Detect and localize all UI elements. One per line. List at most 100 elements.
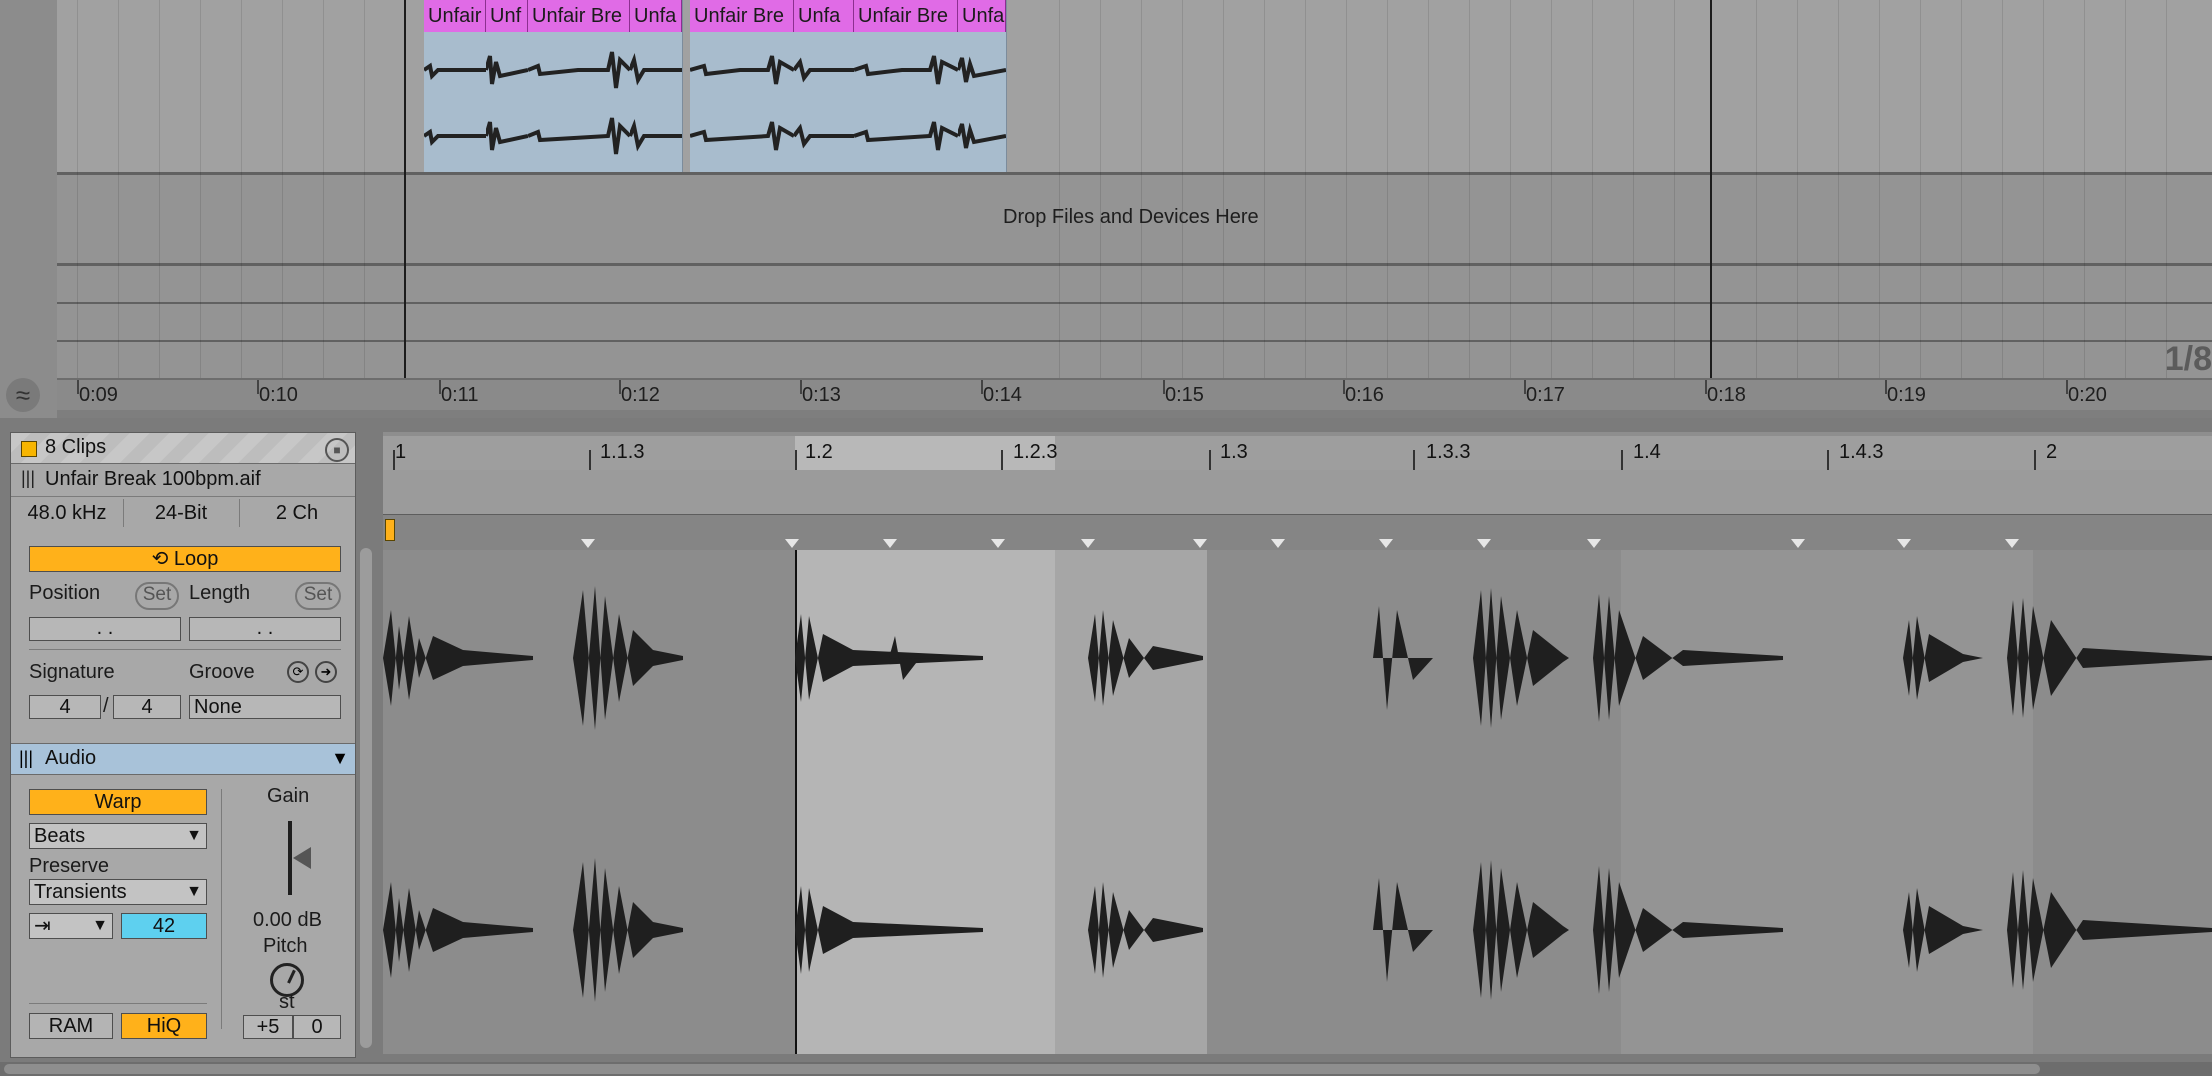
warp-marker[interactable] bbox=[2005, 539, 2019, 548]
grid-line bbox=[364, 0, 365, 378]
preserve-select[interactable]: Transients ▼ bbox=[29, 879, 207, 905]
ruler-tick: 1.2 bbox=[805, 441, 833, 463]
grid-line bbox=[1674, 0, 1675, 378]
length-set-button[interactable]: Set bbox=[295, 582, 341, 610]
transient-loop-mode-select[interactable]: ⇥ ▼ bbox=[29, 913, 113, 939]
time-tick: 0:18 bbox=[1707, 384, 1746, 406]
audio-section-header[interactable]: ||| Audio ▼ bbox=[11, 743, 355, 775]
sample-rate: 48.0 kHz bbox=[11, 499, 124, 527]
clip-name: Unfair Bre bbox=[528, 0, 630, 32]
gain-slider-handle[interactable] bbox=[293, 847, 311, 869]
clip-title[interactable]: 8 Clips bbox=[45, 436, 106, 459]
pitch-semitones-field[interactable]: +5 bbox=[243, 1015, 293, 1039]
warp-marker[interactable] bbox=[785, 539, 799, 548]
clip-waveform bbox=[690, 55, 794, 151]
warp-marker[interactable] bbox=[1271, 539, 1285, 548]
warp-marker[interactable] bbox=[1587, 539, 1601, 548]
arrangement-left-strip bbox=[0, 0, 57, 418]
pitch-cents-field[interactable]: 0 bbox=[293, 1015, 341, 1039]
time-tick: 0:20 bbox=[2068, 384, 2107, 406]
audio-clip[interactable]: Unfair bbox=[424, 0, 487, 172]
grid-line bbox=[1059, 0, 1060, 378]
transient-envelope-field[interactable]: 42 bbox=[121, 913, 207, 939]
collapse-triangle-icon[interactable]: ▼ bbox=[331, 748, 349, 769]
audio-waveform bbox=[383, 586, 2212, 1002]
signature-numerator[interactable]: 4 bbox=[29, 695, 101, 719]
audio-clip[interactable]: Unfair Bre bbox=[690, 0, 795, 172]
sample-time-ruler[interactable] bbox=[383, 470, 2212, 514]
time-tick: 0:17 bbox=[1526, 384, 1565, 406]
clip-name: Unfa bbox=[958, 0, 1006, 32]
time-ruler[interactable]: 0:09 0:10 0:11 0:12 0:13 0:14 0:15 0:16 … bbox=[57, 378, 2212, 410]
warp-marker[interactable] bbox=[1477, 539, 1491, 548]
clip-waveform bbox=[958, 56, 1006, 149]
time-tick: 0:13 bbox=[802, 384, 841, 406]
pitch-unit-label: st bbox=[279, 991, 295, 1013]
grid-line bbox=[1182, 0, 1183, 378]
gain-slider-track[interactable] bbox=[288, 821, 292, 895]
grid-line bbox=[1223, 0, 1224, 378]
ruler-tick: 1.1.3 bbox=[600, 441, 645, 463]
groove-hotswap-icon[interactable]: ⟳ bbox=[287, 661, 309, 683]
warp-marker[interactable] bbox=[581, 539, 595, 548]
warp-marker[interactable] bbox=[991, 539, 1005, 548]
warp-button[interactable]: Warp bbox=[29, 789, 207, 815]
warp-marker-strip[interactable] bbox=[383, 514, 2212, 552]
length-field[interactable]: . . bbox=[189, 617, 341, 641]
loop-button[interactable]: ⟲ Loop bbox=[29, 546, 341, 572]
groove-commit-icon[interactable]: ➜ bbox=[315, 661, 337, 683]
hiq-button[interactable]: HiQ bbox=[121, 1013, 207, 1039]
audio-clip[interactable]: Unfa bbox=[630, 0, 683, 172]
loop-icon: ⟲ bbox=[151, 548, 174, 570]
save-clip-icon[interactable]: ■ bbox=[325, 438, 349, 462]
signature-denominator[interactable]: 4 bbox=[113, 695, 181, 719]
grid-line bbox=[77, 0, 78, 378]
ruler-mark bbox=[1413, 450, 1415, 470]
clip-waveform bbox=[854, 55, 958, 151]
grid-line bbox=[1428, 0, 1429, 378]
zoom-level-label: 1/8 bbox=[2164, 340, 2212, 378]
grid-line bbox=[1141, 0, 1142, 378]
waveform-toggle-icon[interactable]: ≈ bbox=[6, 378, 40, 412]
groove-field[interactable]: None bbox=[189, 695, 341, 719]
grid-line bbox=[2043, 0, 2044, 378]
clip-color-swatch[interactable] bbox=[21, 441, 37, 457]
position-label: Position bbox=[29, 582, 101, 604]
horizontal-scrollbar[interactable] bbox=[4, 1064, 2040, 1074]
waveform-display[interactable] bbox=[383, 550, 2212, 1054]
warp-marker[interactable] bbox=[1081, 539, 1095, 548]
return-track-lane[interactable] bbox=[57, 304, 2212, 340]
grid-line bbox=[241, 0, 242, 378]
audio-clip[interactable]: Unfair Bre bbox=[854, 0, 959, 172]
warp-marker[interactable] bbox=[1791, 539, 1805, 548]
audio-clip[interactable]: Unfa bbox=[958, 0, 1007, 172]
grid-line bbox=[1961, 0, 1962, 378]
audio-clip[interactable]: Unf bbox=[486, 0, 529, 172]
start-marker[interactable] bbox=[385, 519, 395, 541]
panel-scrollbar[interactable] bbox=[360, 548, 372, 1048]
signature-label: Signature bbox=[29, 661, 115, 683]
time-tick: 0:19 bbox=[1887, 384, 1926, 406]
channel-count: 2 Ch bbox=[275, 502, 319, 524]
grid-line bbox=[1551, 0, 1552, 378]
audio-clip[interactable]: Unfair Bre bbox=[528, 0, 631, 172]
bit-depth: 24-Bit bbox=[123, 499, 240, 527]
ram-button[interactable]: RAM bbox=[29, 1013, 113, 1039]
dropdown-arrow-icon: ▼ bbox=[186, 883, 202, 900]
audio-clip[interactable]: Unfa bbox=[794, 0, 855, 172]
audio-track-lane[interactable] bbox=[57, 0, 2212, 172]
clip-waveform bbox=[528, 51, 630, 155]
warp-marker[interactable] bbox=[1897, 539, 1911, 548]
return-track-lane[interactable] bbox=[57, 266, 2212, 302]
warp-mode-select[interactable]: Beats ▼ bbox=[29, 823, 207, 849]
position-set-button[interactable]: Set bbox=[135, 582, 179, 610]
beat-ruler[interactable]: 1 1.1.3 1.2 1.2.3 1.3 1.3.3 1.4 1.4.3 2 bbox=[383, 436, 2212, 470]
dropdown-arrow-icon: ▼ bbox=[186, 827, 202, 844]
gain-label: Gain bbox=[267, 785, 310, 807]
ruler-mark bbox=[1621, 450, 1623, 470]
warp-marker[interactable] bbox=[883, 539, 897, 548]
master-track-lane[interactable] bbox=[57, 342, 2212, 378]
warp-marker[interactable] bbox=[1379, 539, 1393, 548]
position-field[interactable]: . . bbox=[29, 617, 181, 641]
warp-marker[interactable] bbox=[1193, 539, 1207, 548]
